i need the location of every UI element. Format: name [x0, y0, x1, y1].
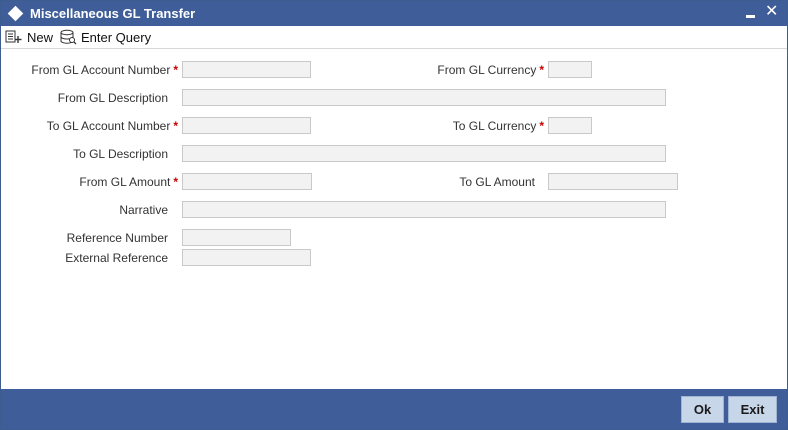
query-database-icon	[60, 29, 77, 45]
new-button[interactable]: New	[5, 28, 53, 46]
from-gl-description-label: From GL Description	[57, 91, 168, 105]
required-marker: *	[173, 63, 178, 77]
from-gl-amount-label: From GL Amount *	[79, 175, 178, 189]
required-marker: *	[539, 119, 544, 133]
external-reference-input[interactable]	[182, 249, 311, 266]
required-marker: *	[173, 175, 178, 189]
toolbar: New Enter Query	[1, 26, 787, 49]
enter-query-label: Enter Query	[81, 29, 152, 45]
narrative-input[interactable]	[182, 201, 666, 218]
exit-button[interactable]: Exit	[728, 396, 777, 423]
narrative-label: Narrative	[119, 203, 168, 217]
to-gl-description-label: To GL Description	[73, 147, 168, 161]
to-gl-amount-label: To GL Amount	[459, 175, 535, 189]
reference-number-label: Reference Number	[66, 231, 168, 245]
from-gl-currency-label: From GL Currency *	[437, 63, 544, 77]
window-title: Miscellaneous GL Transfer	[30, 6, 196, 21]
external-reference-label: External Reference	[65, 251, 168, 265]
to-gl-description-input[interactable]	[182, 145, 666, 162]
ok-button[interactable]: Ok	[681, 396, 724, 423]
enter-query-button[interactable]: Enter Query	[59, 28, 151, 46]
from-gl-description-input[interactable]	[182, 89, 666, 106]
from-gl-currency-text: From GL Currency	[437, 63, 537, 77]
from-gl-currency-input[interactable]	[548, 61, 592, 78]
gl-transfer-window: Miscellaneous GL Transfer ✕ New Enter Qu…	[0, 0, 788, 430]
to-gl-currency-text: To GL Currency	[452, 119, 537, 133]
to-gl-account-number-text: To GL Account Number	[46, 119, 171, 133]
title-bar: Miscellaneous GL Transfer ✕	[1, 1, 787, 26]
new-label: New	[27, 29, 54, 45]
to-gl-account-number-label: To GL Account Number *	[47, 119, 178, 133]
diamond-icon	[7, 5, 24, 22]
from-gl-account-number-input[interactable]	[182, 61, 311, 78]
from-gl-amount-text: From GL Amount	[79, 175, 171, 189]
to-gl-account-number-input[interactable]	[182, 117, 311, 134]
required-marker: *	[539, 63, 544, 77]
to-gl-amount-input[interactable]	[548, 173, 678, 190]
from-gl-amount-input[interactable]	[182, 173, 312, 190]
minimize-icon[interactable]	[746, 15, 755, 18]
from-gl-account-number-label: From GL Account Number *	[31, 63, 178, 77]
to-gl-currency-input[interactable]	[548, 117, 592, 134]
from-gl-account-number-text: From GL Account Number	[31, 63, 171, 77]
required-marker: *	[173, 119, 178, 133]
footer-bar: Ok Exit	[1, 389, 787, 429]
reference-number-input[interactable]	[182, 229, 291, 246]
new-record-icon	[5, 30, 22, 43]
to-gl-currency-label: To GL Currency *	[453, 119, 544, 133]
close-icon[interactable]: ✕	[765, 3, 778, 21]
